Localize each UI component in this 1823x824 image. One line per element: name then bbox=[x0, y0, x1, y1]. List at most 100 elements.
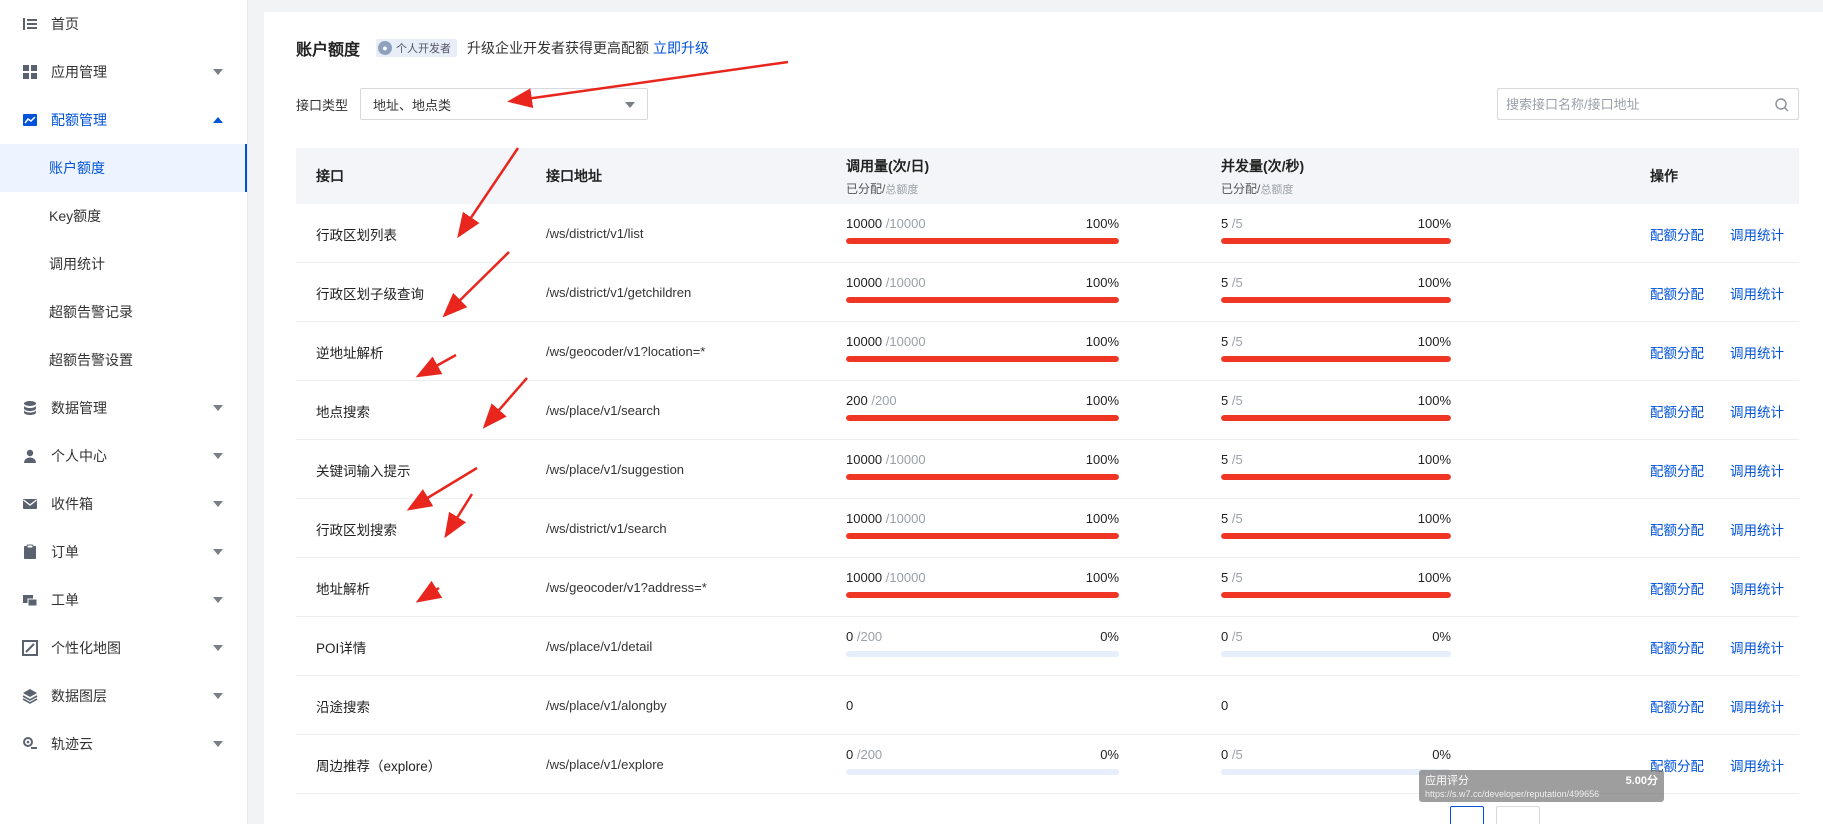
conc-progress-fill bbox=[1221, 238, 1451, 244]
sidebar-subitem[interactable]: 调用统计 bbox=[0, 240, 247, 288]
call-stats-link[interactable]: 调用统计 bbox=[1730, 401, 1784, 421]
sidebar-item[interactable]: 订单 bbox=[0, 528, 247, 576]
quota-allocate-link[interactable]: 配额分配 bbox=[1650, 460, 1704, 480]
sidebar-item-label: 订单 bbox=[51, 544, 79, 560]
call-stats-link[interactable]: 调用统计 bbox=[1730, 342, 1784, 362]
upgrade-link[interactable]: 立即升级 bbox=[653, 38, 709, 58]
api-address: /ws/place/v1/suggestion bbox=[546, 462, 685, 477]
conc-percent: 100% bbox=[1417, 570, 1451, 585]
call-stats-link[interactable]: 调用统计 bbox=[1730, 578, 1784, 598]
row-actions: 配额分配 调用统计 bbox=[1650, 381, 1784, 440]
table-row: POI详情/ws/place/v1/detail 0 /200 0% 0 /5 0% 配额… bbox=[296, 617, 1799, 676]
call-stats-link[interactable]: 调用统计 bbox=[1730, 460, 1784, 480]
clipboard-icon bbox=[22, 544, 38, 560]
call-stats-link[interactable]: 调用统计 bbox=[1730, 637, 1784, 657]
call-stats-link[interactable]: 调用统计 bbox=[1730, 283, 1784, 303]
page-header: 账户额度 ● 个人开发者 升级企业开发者获得更高配额 立即升级 bbox=[296, 36, 709, 60]
quota-allocate-link[interactable]: 配额分配 bbox=[1650, 578, 1704, 598]
search-input[interactable] bbox=[1506, 96, 1766, 112]
sidebar-item[interactable]: 数据图层 bbox=[0, 672, 247, 720]
call-stats-link[interactable]: 调用统计 bbox=[1730, 519, 1784, 539]
row-actions: 配额分配 调用统计 bbox=[1650, 617, 1784, 676]
conc-used: 5 bbox=[1221, 275, 1229, 290]
conc-used: 0 bbox=[1221, 629, 1229, 644]
call-percent: 100% bbox=[1085, 393, 1119, 408]
sidebar-item-label: 首页 bbox=[51, 16, 79, 32]
search-icon[interactable] bbox=[1774, 97, 1790, 113]
quota-allocate-link[interactable]: 配额分配 bbox=[1650, 342, 1704, 362]
api-name: 周边推荐（explore） bbox=[316, 758, 442, 774]
call-progress-bar bbox=[846, 238, 1119, 244]
quota-allocate-link[interactable]: 配额分配 bbox=[1650, 519, 1704, 539]
row-actions: 配额分配 调用统计 bbox=[1650, 676, 1784, 735]
sidebar-item[interactable]: 配额管理 bbox=[0, 96, 247, 144]
call-percent: 100% bbox=[1085, 216, 1119, 231]
quota-allocate-link[interactable]: 配额分配 bbox=[1650, 696, 1704, 716]
page-current[interactable] bbox=[1450, 806, 1484, 824]
call-progress-bar bbox=[846, 356, 1119, 362]
concurrency-quota: 5 /5 100% bbox=[1221, 511, 1451, 539]
conc-progress-bar bbox=[1221, 533, 1451, 539]
conc-progress-bar bbox=[1221, 769, 1451, 775]
api-type-select[interactable]: 地址、地点类 bbox=[360, 88, 649, 120]
sidebar-item[interactable]: 个性化地图 bbox=[0, 624, 247, 672]
table-row: 关键词输入提示/ws/place/v1/suggestion 10000 /100… bbox=[296, 440, 1799, 499]
call-total: /10000 bbox=[885, 452, 926, 467]
sidebar-item-label: 工单 bbox=[51, 592, 79, 608]
sidebar-item[interactable]: 轨迹云 bbox=[0, 720, 247, 768]
quota-allocate-link[interactable]: 配额分配 bbox=[1650, 224, 1704, 244]
call-used: 0 bbox=[846, 629, 854, 644]
conc-progress-fill bbox=[1221, 592, 1451, 598]
call-used: 10000 bbox=[846, 452, 883, 467]
conc-total: /5 bbox=[1231, 216, 1243, 231]
call-stats-link[interactable]: 调用统计 bbox=[1730, 696, 1784, 716]
chevron-down-icon bbox=[213, 69, 223, 75]
pagination bbox=[1450, 806, 1540, 824]
conc-percent: 100% bbox=[1417, 334, 1451, 349]
sidebar-subitem[interactable]: 超额告警设置 bbox=[0, 336, 247, 384]
row-actions: 配额分配 调用统计 bbox=[1650, 499, 1784, 558]
table-row: 逆地址解析/ws/geocoder/v1?location=* 10000 /10… bbox=[296, 322, 1799, 381]
call-stats-link[interactable]: 调用统计 bbox=[1730, 224, 1784, 244]
track-icon bbox=[22, 736, 38, 752]
table-row: 行政区划列表/ws/district/v1/list 10000 /10000 10… bbox=[296, 204, 1799, 263]
page-jump-input[interactable] bbox=[1496, 806, 1540, 824]
filter-label: 接口类型 bbox=[296, 97, 349, 113]
sidebar-item[interactable]: 工单 bbox=[0, 576, 247, 624]
sidebar-subitem[interactable]: Key额度 bbox=[0, 192, 247, 240]
upgrade-text: 升级企业开发者获得更高配额 bbox=[467, 40, 650, 56]
list-icon bbox=[22, 16, 38, 32]
quota-allocate-link[interactable]: 配额分配 bbox=[1650, 637, 1704, 657]
call-stats-link[interactable]: 调用统计 bbox=[1730, 755, 1784, 775]
table-body: 行政区划列表/ws/district/v1/list 10000 /10000 10… bbox=[296, 204, 1799, 794]
chevron-down-icon bbox=[213, 405, 223, 411]
sidebar-subitem[interactable]: 超额告警记录 bbox=[0, 288, 247, 336]
call-progress-fill bbox=[846, 533, 1119, 539]
call-progress-bar bbox=[846, 769, 1119, 775]
sidebar-item[interactable]: 数据管理 bbox=[0, 384, 247, 432]
call-percent: 100% bbox=[1085, 334, 1119, 349]
sidebar-item[interactable]: 个人中心 bbox=[0, 432, 247, 480]
quota-allocate-link[interactable]: 配额分配 bbox=[1650, 283, 1704, 303]
sidebar-subitem[interactable]: 账户额度 bbox=[0, 144, 247, 192]
chevron-down-icon bbox=[213, 597, 223, 603]
col-address: 接口地址 bbox=[546, 168, 602, 184]
sidebar-item[interactable]: 首页 bbox=[0, 0, 247, 48]
sidebar-item-label: 轨迹云 bbox=[51, 736, 93, 752]
table-row: 行政区划搜索/ws/district/v1/search 10000 /10000… bbox=[296, 499, 1799, 558]
quota-allocate-link[interactable]: 配额分配 bbox=[1650, 401, 1704, 421]
call-used: 10000 bbox=[846, 334, 883, 349]
sidebar-item[interactable]: 应用管理 bbox=[0, 48, 247, 96]
call-total: /200 bbox=[856, 747, 883, 762]
call-quota: 10000 /10000 100% bbox=[846, 570, 1119, 598]
conc-used: 5 bbox=[1221, 393, 1229, 408]
call-progress-bar bbox=[846, 533, 1119, 539]
api-address: /ws/geocoder/v1?location=* bbox=[546, 344, 706, 359]
sidebar-item[interactable]: 收件箱 bbox=[0, 480, 247, 528]
call-progress-fill bbox=[846, 356, 1119, 362]
call-total: /10000 bbox=[885, 275, 926, 290]
call-used: 200 bbox=[846, 393, 868, 408]
chevron-down-icon bbox=[213, 549, 223, 555]
developer-badge: ● 个人开发者 bbox=[376, 39, 458, 57]
conc-total: /5 bbox=[1231, 629, 1243, 644]
